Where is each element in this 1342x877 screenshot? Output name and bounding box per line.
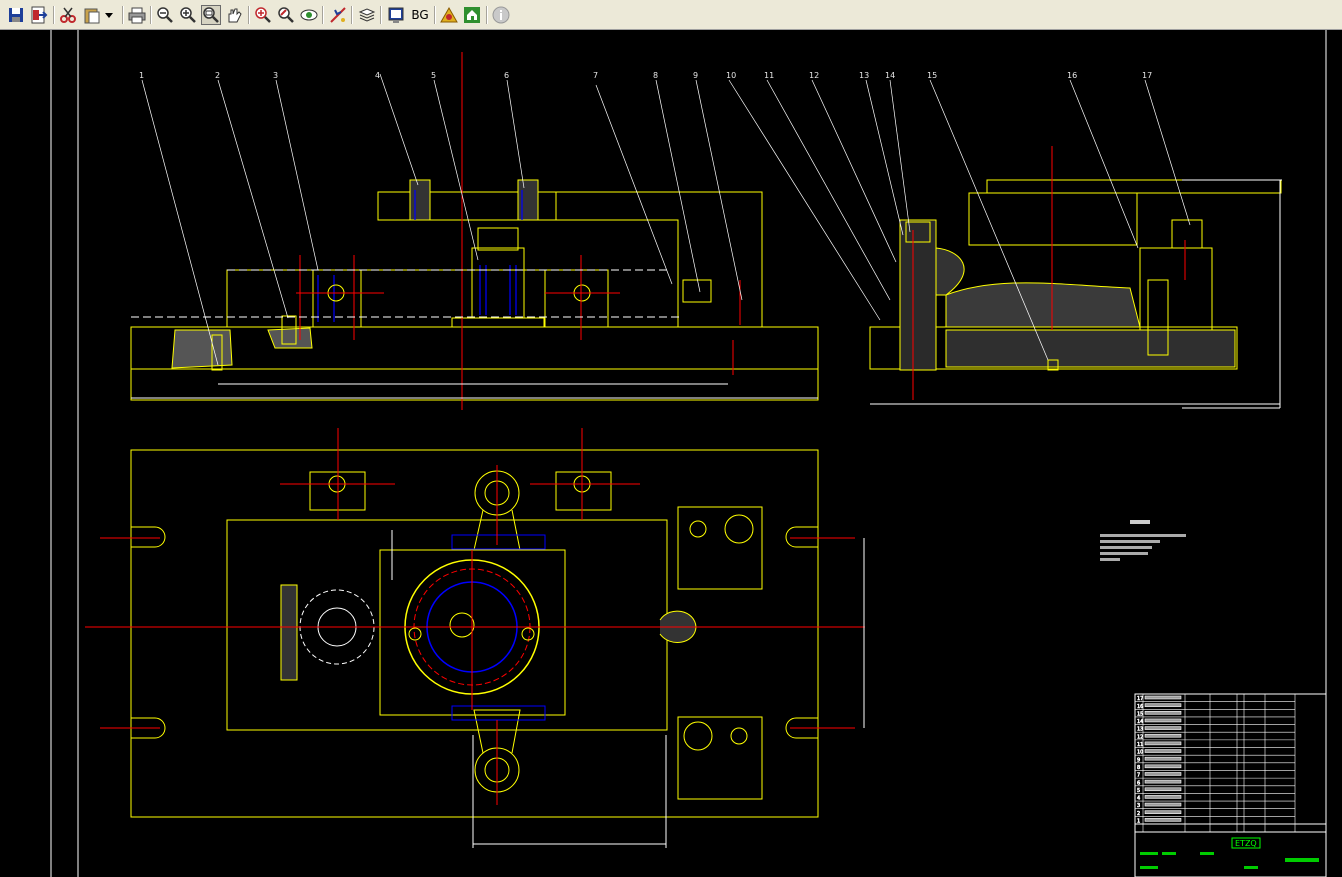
part-number-label: 4 — [375, 71, 380, 80]
bom-row-number: 4 — [1137, 796, 1140, 802]
layers-icon[interactable] — [357, 5, 377, 25]
bom-row-number: 10 — [1137, 750, 1143, 756]
cad-drawing: 1 2 3 4 5 6 7 8 9 10 11 12 13 14 15 16 17 — [50, 30, 1327, 877]
bom-row-text — [1144, 749, 1182, 753]
part-number-label: 14 — [885, 71, 895, 80]
part-number-label: 8 — [653, 71, 658, 80]
bom-row-number: 8 — [1137, 765, 1140, 771]
part-number-label: 1 — [139, 71, 144, 80]
toolbar-separator — [122, 6, 124, 24]
bom-row-text — [1144, 818, 1182, 822]
zoom-in-icon[interactable] — [178, 5, 198, 25]
bom-row-text — [1144, 718, 1182, 723]
part-number-label: 2 — [215, 71, 220, 80]
part-number-label: 17 — [1142, 71, 1152, 80]
bom-row-number: 3 — [1137, 803, 1140, 809]
part-number-label: 15 — [927, 71, 937, 80]
bom-row-text — [1144, 772, 1182, 776]
zoom-previous-icon[interactable] — [276, 5, 296, 25]
part-number-label: 5 — [431, 71, 436, 80]
zoom-window-icon[interactable] — [201, 5, 221, 25]
bom-row-number: 15 — [1137, 711, 1143, 717]
info-icon[interactable] — [491, 5, 511, 25]
zoom-out-icon[interactable] — [155, 5, 175, 25]
toolbar-separator — [380, 6, 382, 24]
bom-row-text — [1144, 733, 1182, 738]
bom-row-number: 9 — [1137, 757, 1140, 763]
part-number-label: 3 — [273, 71, 278, 80]
bom-row-text — [1144, 779, 1182, 784]
part-number-label: 11 — [764, 71, 774, 80]
home-icon[interactable] — [462, 5, 482, 25]
bom-row-number: 17 — [1137, 696, 1143, 702]
technical-notes — [1100, 520, 1186, 561]
bom-row-text — [1144, 810, 1182, 815]
bom-row-number: 12 — [1137, 734, 1143, 740]
bom-row-text — [1144, 726, 1182, 730]
title-block-code: ETZQ — [1235, 839, 1257, 848]
print-icon[interactable] — [127, 5, 147, 25]
side-view — [869, 146, 1282, 409]
toolbar-separator — [248, 6, 250, 24]
part-number-label: 6 — [504, 71, 509, 80]
warning-icon[interactable] — [439, 5, 459, 25]
toolbar-separator — [434, 6, 436, 24]
chevron-down-icon[interactable] — [103, 5, 115, 25]
bom-row-text — [1144, 787, 1182, 792]
bom-row-number: 13 — [1137, 727, 1143, 733]
paste-icon[interactable] — [82, 5, 102, 25]
export-icon[interactable] — [29, 5, 49, 25]
bom-row-number: 6 — [1137, 780, 1140, 786]
bom-row-text — [1144, 703, 1182, 707]
top-view — [85, 428, 865, 848]
part-number-label: 7 — [593, 71, 598, 80]
bill-of-materials: 1716151413121110987654321 ETZQ — [1134, 693, 1327, 877]
bom-row-text — [1144, 795, 1182, 799]
bom-row-text — [1144, 764, 1182, 769]
bom-row-text — [1144, 756, 1182, 761]
bom-row-number: 11 — [1137, 742, 1143, 748]
save-icon[interactable] — [6, 5, 26, 25]
background-toggle-button[interactable]: BG — [408, 5, 432, 25]
toolbar-separator — [150, 6, 152, 24]
part-number-label: 16 — [1067, 71, 1077, 80]
part-number-label: 10 — [726, 71, 736, 80]
bom-row-number: 5 — [1137, 788, 1140, 794]
pan-icon[interactable] — [224, 5, 244, 25]
bom-row-number: 2 — [1137, 811, 1140, 817]
part-number-label: 13 — [859, 71, 869, 80]
bom-row-number: 14 — [1137, 719, 1143, 725]
part-number-label: 9 — [693, 71, 698, 80]
bom-row-number: 7 — [1137, 773, 1140, 779]
bom-row-text — [1144, 802, 1182, 807]
drawing-canvas[interactable]: 1 2 3 4 5 6 7 8 9 10 11 12 13 14 15 16 17 — [0, 30, 1342, 877]
bom-row-text — [1144, 695, 1182, 700]
toolbar: BG — [0, 0, 1342, 30]
front-view — [130, 52, 819, 410]
measure-icon[interactable] — [328, 5, 348, 25]
zoom-all-icon[interactable] — [253, 5, 273, 25]
display-icon[interactable] — [386, 5, 406, 25]
part-number-label: 12 — [809, 71, 819, 80]
bom-row-number: 16 — [1137, 704, 1143, 710]
toolbar-separator — [53, 6, 55, 24]
toolbar-separator — [322, 6, 324, 24]
toolbar-separator — [351, 6, 353, 24]
view-eye-icon[interactable] — [299, 5, 319, 25]
cut-icon[interactable] — [58, 5, 78, 25]
bom-row-text — [1144, 710, 1182, 715]
toolbar-separator — [486, 6, 488, 24]
part-number-labels: 1 2 3 4 5 6 7 8 9 10 11 12 13 14 15 16 17 — [139, 71, 1152, 80]
bom-row-text — [1144, 741, 1182, 746]
